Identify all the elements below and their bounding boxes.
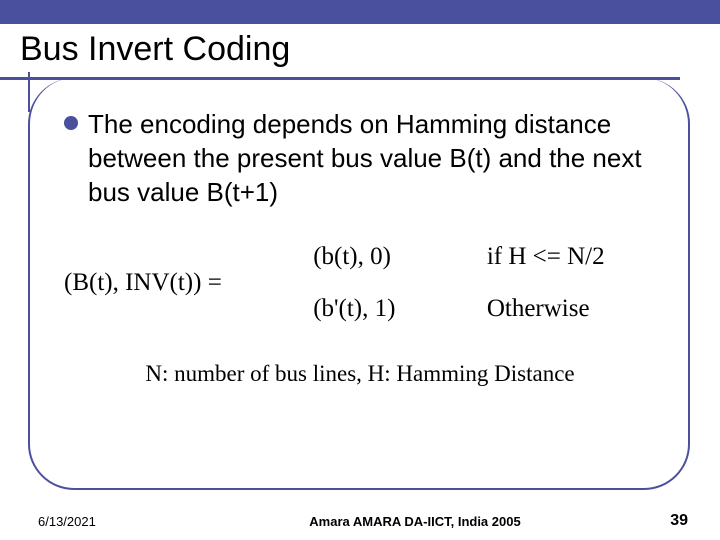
- formula-case-1: (b(t), 0): [313, 243, 447, 271]
- slide-title: Bus Invert Coding: [20, 30, 700, 69]
- accent-bar: [0, 0, 720, 24]
- formula-lhs: (B(t), INV(t)) =: [64, 269, 273, 297]
- frame-connector: [28, 72, 30, 112]
- footer-attribution: Amara AMARA DA-IICT, India 2005: [180, 514, 650, 529]
- formula-grid: (B(t), INV(t)) = (b(t), 0) if H <= N/2 (…: [64, 243, 656, 323]
- bullet-text: The encoding depends on Hamming distance…: [88, 108, 656, 209]
- legend-note: N: number of bus lines, H: Hamming Dista…: [64, 361, 656, 387]
- formula-case-2: (b'(t), 1): [313, 295, 447, 323]
- bullet-icon: [64, 116, 78, 130]
- formula-condition-1: if H <= N/2: [487, 243, 656, 271]
- formula-block: (B(t), INV(t)) = (b(t), 0) if H <= N/2 (…: [64, 243, 656, 323]
- formula-condition-2: Otherwise: [487, 295, 656, 323]
- title-row: Bus Invert Coding: [0, 24, 720, 73]
- footer-date: 6/13/2021: [0, 514, 180, 529]
- bullet-item: The encoding depends on Hamming distance…: [64, 108, 656, 209]
- footer: 6/13/2021 Amara AMARA DA-IICT, India 200…: [0, 512, 720, 530]
- page-number: 39: [650, 512, 720, 530]
- content-area: The encoding depends on Hamming distance…: [64, 108, 656, 387]
